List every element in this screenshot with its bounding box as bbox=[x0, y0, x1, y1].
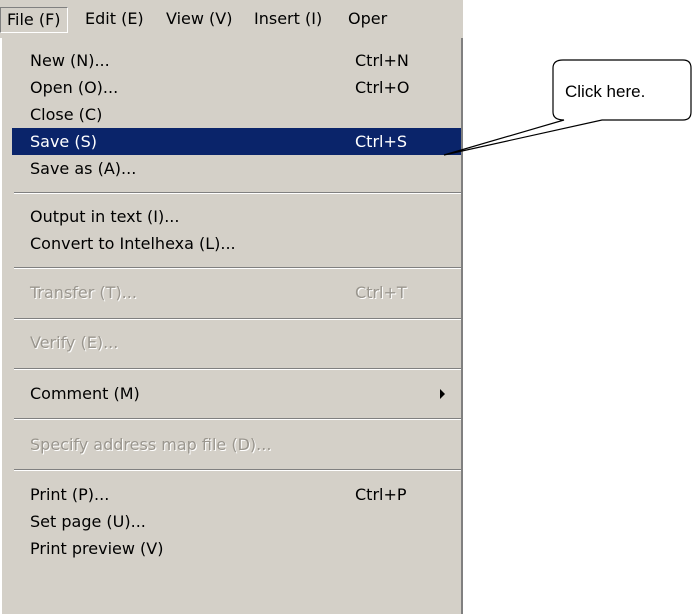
menu-item-new[interactable]: New (N)... Ctrl+N bbox=[12, 47, 463, 74]
menu-item-shortcut: Ctrl+S bbox=[355, 132, 408, 151]
submenu-arrow-icon bbox=[440, 389, 445, 399]
menu-operation[interactable]: Oper bbox=[342, 7, 393, 33]
menu-item-transfer: Transfer (T)... Ctrl+T bbox=[12, 279, 463, 306]
menu-item-shortcut: Ctrl+N bbox=[355, 51, 409, 70]
menu-item-save-as[interactable]: Save as (A)... bbox=[12, 155, 463, 182]
menu-item-label: Verify (E)... bbox=[30, 333, 119, 352]
menu-edit[interactable]: Edit (E) bbox=[79, 7, 150, 33]
menu-separator bbox=[14, 192, 461, 194]
menu-file[interactable]: File (F) bbox=[0, 7, 68, 33]
menu-item-label: New (N)... bbox=[30, 51, 110, 70]
menu-item-shortcut: Ctrl+O bbox=[355, 78, 410, 97]
menu-item-open[interactable]: Open (O)... Ctrl+O bbox=[12, 74, 463, 101]
menu-separator bbox=[14, 469, 461, 471]
menu-separator bbox=[14, 368, 461, 370]
menu-item-address-map: Specify address map file (D)... bbox=[12, 431, 463, 458]
menu-item-verify: Verify (E)... bbox=[12, 329, 463, 356]
menu-bar: File (F) Edit (E) View (V) Insert (I) Op… bbox=[0, 0, 463, 38]
menu-item-label: Save as (A)... bbox=[30, 159, 137, 178]
menu-item-label: Specify address map file (D)... bbox=[30, 435, 272, 454]
menu-item-shortcut: Ctrl+T bbox=[355, 283, 407, 302]
menu-item-label: Close (C) bbox=[30, 105, 103, 124]
menu-item-label: Transfer (T)... bbox=[30, 283, 137, 302]
menu-separator bbox=[14, 318, 461, 320]
menu-item-label: Output in text (I)... bbox=[30, 207, 180, 226]
menu-separator bbox=[14, 267, 461, 269]
menu-item-label: Comment (M) bbox=[30, 384, 140, 403]
menu-view[interactable]: View (V) bbox=[160, 7, 238, 33]
file-menu-dropdown: New (N)... Ctrl+N Open (O)... Ctrl+O Clo… bbox=[0, 38, 463, 614]
menu-item-label: Set page (U)... bbox=[30, 512, 146, 531]
menu-item-print[interactable]: Print (P)... Ctrl+P bbox=[12, 481, 463, 508]
menu-separator bbox=[14, 418, 461, 420]
menu-insert[interactable]: Insert (I) bbox=[248, 7, 328, 33]
menu-item-print-preview[interactable]: Print preview (V) bbox=[12, 535, 463, 562]
menu-item-save[interactable]: Save (S) Ctrl+S bbox=[12, 128, 463, 155]
menu-item-label: Open (O)... bbox=[30, 78, 119, 97]
menu-item-label: Convert to Intelhexa (L)... bbox=[30, 234, 236, 253]
menu-item-label: Print (P)... bbox=[30, 485, 110, 504]
menu-item-shortcut: Ctrl+P bbox=[355, 485, 407, 504]
menu-item-comment[interactable]: Comment (M) bbox=[12, 380, 463, 407]
menu-item-close[interactable]: Close (C) bbox=[12, 101, 463, 128]
menu-item-label: Print preview (V) bbox=[30, 539, 164, 558]
menu-item-label: Save (S) bbox=[30, 132, 97, 151]
menu-item-output-text[interactable]: Output in text (I)... bbox=[12, 203, 463, 230]
menu-item-set-page[interactable]: Set page (U)... bbox=[12, 508, 463, 535]
callout-text: Click here. bbox=[565, 82, 646, 101]
menu-item-convert-intelhexa[interactable]: Convert to Intelhexa (L)... bbox=[12, 230, 463, 257]
